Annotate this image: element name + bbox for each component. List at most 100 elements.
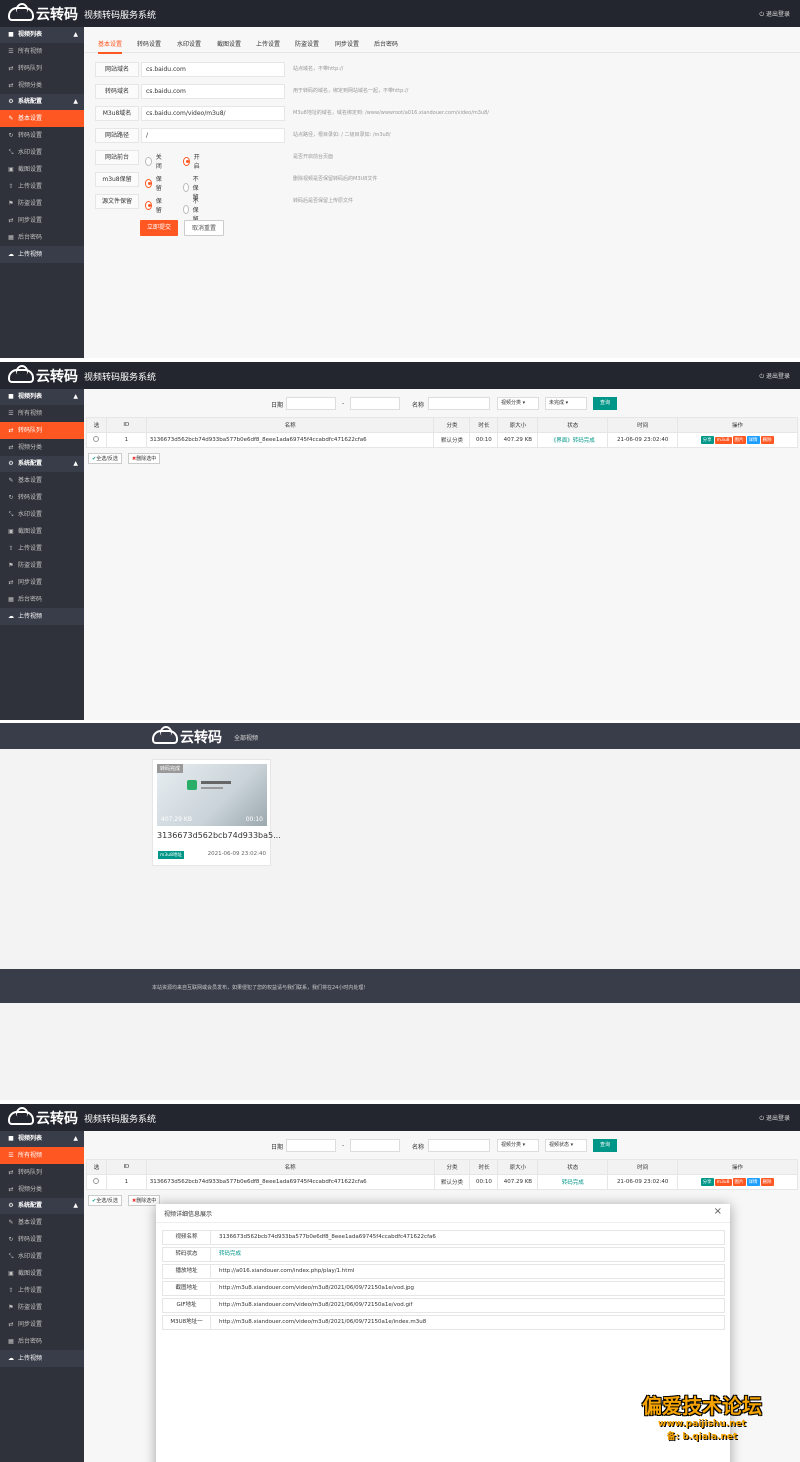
sidebar-item-password[interactable]: ▦ 后台密码 bbox=[0, 591, 84, 608]
name-input[interactable] bbox=[428, 397, 490, 410]
sidebar-item-category[interactable]: ⇄ 视频分类 bbox=[0, 1181, 84, 1198]
transcode-domain-input[interactable]: cs.baidu.com bbox=[141, 84, 285, 99]
row-checkbox[interactable] bbox=[93, 1178, 100, 1184]
sidebar-item-antileech[interactable]: ⚑ 防盗设置 bbox=[0, 557, 84, 574]
category-select[interactable]: 视频分类 ▾ bbox=[497, 1139, 539, 1152]
video-card[interactable]: 转码完成 407.29 KB 00:10 3136673d562bcb74d93… bbox=[152, 759, 281, 866]
row-checkbox[interactable] bbox=[93, 436, 100, 442]
date-end-input[interactable] bbox=[350, 1139, 400, 1152]
sidebar-item-all-videos[interactable]: ☰ 所有视频 bbox=[0, 43, 84, 60]
status-select[interactable]: 未完成 ▾ bbox=[545, 397, 587, 410]
radio-frontend-off[interactable]: 关闭 bbox=[145, 152, 164, 170]
sidebar-item-upload-video[interactable]: ☁ 上传视频 bbox=[0, 246, 84, 263]
sidebar-item-watermark[interactable]: ⤡ 水印设置 bbox=[0, 144, 84, 161]
tab-sync[interactable]: 同步设置 bbox=[335, 39, 359, 48]
sidebar-item-basic[interactable]: ✎ 基本设置 bbox=[0, 1214, 84, 1231]
logout-link[interactable]: ⏻ 退出登录 bbox=[759, 371, 790, 381]
video-title[interactable]: 3136673d562bcb74d933ba5... bbox=[157, 831, 281, 840]
video-thumbnail[interactable]: 转码完成 407.29 KB 00:10 bbox=[157, 764, 267, 826]
name-input[interactable] bbox=[428, 1139, 490, 1152]
category-select[interactable]: 视频分类 ▾ bbox=[497, 397, 539, 410]
tab-password[interactable]: 后台密码 bbox=[374, 39, 398, 48]
status-select[interactable]: 视频状态 ▾ bbox=[545, 1139, 587, 1152]
select-all-button[interactable]: ✔全选/反选 bbox=[88, 453, 122, 464]
tab-watermark[interactable]: 水印设置 bbox=[177, 39, 201, 48]
sidebar-item-queue[interactable]: ⇄ 转码队列 bbox=[0, 60, 84, 77]
sidebar-item-sync[interactable]: ⇄ 同步设置 bbox=[0, 1316, 84, 1333]
sidebar-group-config[interactable]: ⚙ 系统配置 ▲ bbox=[0, 456, 84, 472]
sidebar-item-queue[interactable]: ⇄ 转码队列 bbox=[0, 422, 84, 439]
sidebar-group-videos[interactable]: ■ 视频列表 ▲ bbox=[0, 389, 84, 405]
query-button[interactable]: 查询 bbox=[593, 1139, 617, 1152]
date-start-input[interactable] bbox=[286, 397, 336, 410]
sidebar-item-basic[interactable]: ✎ 基本设置 bbox=[0, 472, 84, 489]
sidebar-item-transcode[interactable]: ↻ 转码设置 bbox=[0, 127, 84, 144]
date-end-input[interactable] bbox=[350, 397, 400, 410]
sidebar-item-upload-settings[interactable]: ⇧ 上传设置 bbox=[0, 540, 84, 557]
radio-source-nokeep[interactable]: 不保留 bbox=[183, 196, 202, 223]
sidebar-item-password[interactable]: ▦ 后台密码 bbox=[0, 1333, 84, 1350]
sidebar-item-antileech[interactable]: ⚑ 防盗设置 bbox=[0, 195, 84, 212]
site-domain-input[interactable]: cs.baidu.com bbox=[141, 62, 285, 77]
select-all-button[interactable]: ✔全选/反选 bbox=[88, 1195, 122, 1206]
m3u8-tag[interactable]: m3u8地址 bbox=[158, 851, 184, 859]
detail-button[interactable]: 详情 bbox=[746, 436, 760, 444]
detail-value[interactable]: http://m3u8.xiandouer.com/video/m3u8/202… bbox=[219, 1282, 414, 1295]
sidebar-item-screenshot[interactable]: ▣ 截图设置 bbox=[0, 161, 84, 178]
sidebar-group-config[interactable]: ⚙ 系统配置 ▲ bbox=[0, 94, 84, 110]
detail-value[interactable]: http://a016.xiandouer.com/index.php/play… bbox=[219, 1265, 354, 1278]
m3u8-button[interactable]: m3u8 bbox=[714, 1179, 732, 1186]
sidebar-item-all-videos[interactable]: ☰ 所有视频 bbox=[0, 405, 84, 422]
image-button[interactable]: 图片 bbox=[732, 436, 746, 444]
sidebar-item-screenshot[interactable]: ▣ 截图设置 bbox=[0, 523, 84, 540]
detail-value[interactable]: http://m3u8.xiandouer.com/video/m3u8/202… bbox=[219, 1316, 426, 1329]
tab-transcode[interactable]: 转码设置 bbox=[137, 39, 161, 48]
sidebar-item-queue[interactable]: ⇄ 转码队列 bbox=[0, 1164, 84, 1181]
share-button[interactable]: 分享 bbox=[700, 1178, 714, 1186]
row-checkbox-cell[interactable] bbox=[86, 1174, 107, 1190]
radio-m3u8-keep[interactable]: 保留 bbox=[145, 174, 164, 192]
m3u8-button[interactable]: m3u8 bbox=[714, 437, 732, 444]
delete-button[interactable]: 删除 bbox=[760, 436, 774, 444]
sidebar-item-category[interactable]: ⇄ 视频分类 bbox=[0, 439, 84, 456]
sidebar-item-sync[interactable]: ⇄ 同步设置 bbox=[0, 212, 84, 229]
sidebar-item-category[interactable]: ⇄ 视频分类 bbox=[0, 77, 84, 94]
row-checkbox-cell[interactable] bbox=[86, 432, 107, 448]
sidebar-item-screenshot[interactable]: ▣ 截图设置 bbox=[0, 1265, 84, 1282]
sidebar-item-watermark[interactable]: ⤡ 水印设置 bbox=[0, 1248, 84, 1265]
reset-button[interactable]: 取消重置 bbox=[184, 220, 224, 236]
sidebar-group-config[interactable]: ⚙ 系统配置 ▲ bbox=[0, 1198, 84, 1214]
sidebar-item-transcode[interactable]: ↻ 转码设置 bbox=[0, 489, 84, 506]
image-button[interactable]: 图片 bbox=[732, 1178, 746, 1186]
date-start-input[interactable] bbox=[286, 1139, 336, 1152]
sidebar-item-upload-settings[interactable]: ⇧ 上传设置 bbox=[0, 1282, 84, 1299]
m3u8-domain-input[interactable]: cs.baidu.com/video/m3u8/ bbox=[141, 106, 285, 121]
query-button[interactable]: 查询 bbox=[593, 397, 617, 410]
tab-antileech[interactable]: 防盗设置 bbox=[295, 39, 319, 48]
close-icon[interactable]: × bbox=[714, 1206, 722, 1217]
sidebar-item-upload-settings[interactable]: ⇧ 上传设置 bbox=[0, 178, 84, 195]
detail-value[interactable]: http://m3u8.xiandouer.com/video/m3u8/202… bbox=[219, 1299, 412, 1312]
sidebar-group-videos[interactable]: ■ 视频列表 ▲ bbox=[0, 27, 84, 43]
site-path-input[interactable]: / bbox=[141, 128, 285, 143]
sidebar-item-watermark[interactable]: ⤡ 水印设置 bbox=[0, 506, 84, 523]
delete-selected-button[interactable]: ✖删除选中 bbox=[128, 453, 161, 464]
radio-frontend-on[interactable]: 开启 bbox=[183, 152, 202, 170]
sidebar-item-password[interactable]: ▦ 后台密码 bbox=[0, 229, 84, 246]
radio-source-keep[interactable]: 保留 bbox=[145, 196, 164, 214]
sidebar-item-basic[interactable]: ✎ 基本设置 bbox=[0, 110, 84, 127]
share-button[interactable]: 分享 bbox=[700, 436, 714, 444]
delete-button[interactable]: 删除 bbox=[760, 1178, 774, 1186]
sidebar-item-upload-video[interactable]: ☁ 上传视频 bbox=[0, 608, 84, 625]
submit-button[interactable]: 立即提交 bbox=[140, 220, 178, 236]
detail-button[interactable]: 详情 bbox=[746, 1178, 760, 1186]
sidebar-group-videos[interactable]: ■ 视频列表 ▲ bbox=[0, 1131, 84, 1147]
sidebar-item-all-videos[interactable]: ☰ 所有视频 bbox=[0, 1147, 84, 1164]
nav-all-videos[interactable]: 全部视频 bbox=[234, 733, 258, 742]
sidebar-item-sync[interactable]: ⇄ 同步设置 bbox=[0, 574, 84, 591]
tab-screenshot[interactable]: 截图设置 bbox=[217, 39, 241, 48]
sidebar-item-antileech[interactable]: ⚑ 防盗设置 bbox=[0, 1299, 84, 1316]
logout-link[interactable]: ⏻ 退出登录 bbox=[759, 9, 790, 19]
sidebar-item-transcode[interactable]: ↻ 转码设置 bbox=[0, 1231, 84, 1248]
tab-basic[interactable]: 基本设置 bbox=[98, 39, 123, 54]
